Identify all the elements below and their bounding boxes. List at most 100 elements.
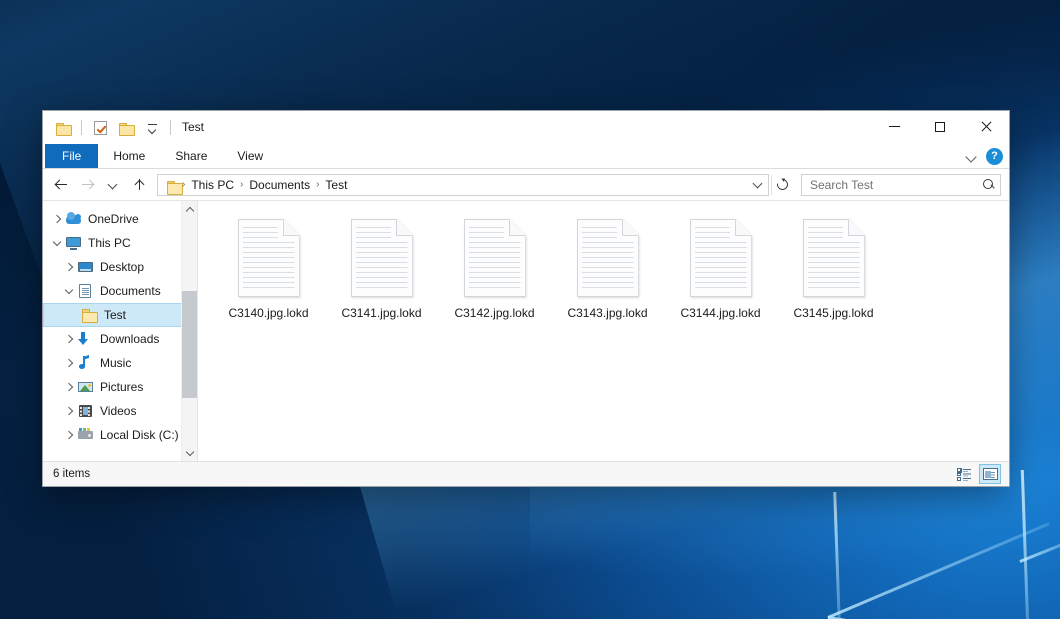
downloads-icon [77, 331, 95, 347]
sidebar-item-videos[interactable]: Videos [43, 399, 197, 423]
ribbon-tab-bar: File Home Share View ? [43, 144, 1009, 169]
window-body: OneDrive This PC Desktop [43, 200, 1009, 461]
file-item[interactable]: C3145.jpg.lokd [777, 215, 890, 321]
chevron-down-icon[interactable] [966, 151, 977, 162]
sidebar-item-label: Downloads [100, 333, 159, 345]
scroll-up-icon[interactable] [182, 201, 198, 218]
documents-icon [77, 283, 95, 299]
previous-locations-icon[interactable] [748, 175, 766, 195]
sidebar-item-downloads[interactable]: Downloads [43, 327, 197, 351]
file-grid: C3140.jpg.lokd C3141.jpg.lokd C3142.jpg.… [212, 215, 1009, 321]
sidebar-item-documents[interactable]: Documents [43, 279, 197, 303]
recent-locations-button[interactable] [101, 173, 125, 197]
desktop-icon [77, 259, 95, 275]
properties-icon[interactable] [90, 118, 110, 138]
file-item[interactable]: C3144.jpg.lokd [664, 215, 777, 321]
search-icon[interactable] [983, 179, 995, 191]
videos-icon [77, 403, 95, 419]
up-button[interactable] [127, 173, 151, 197]
generic-document-icon [351, 219, 413, 297]
sidebar-item-label: Documents [100, 285, 161, 297]
tab-share[interactable]: Share [160, 144, 222, 168]
music-icon [77, 355, 95, 371]
tab-view[interactable]: View [222, 144, 278, 168]
breadcrumb-item-test[interactable]: Test [320, 178, 352, 192]
forward-button [75, 173, 99, 197]
new-folder-icon[interactable] [116, 118, 136, 138]
file-name-label: C3142.jpg.lokd [454, 306, 534, 321]
generic-document-icon [238, 219, 300, 297]
folder-icon[interactable] [53, 118, 73, 138]
file-item[interactable]: C3143.jpg.lokd [551, 215, 664, 321]
sidebar-item-pictures[interactable]: Pictures [43, 375, 197, 399]
sidebar-item-test[interactable]: Test [43, 303, 197, 327]
generic-document-icon [803, 219, 865, 297]
scroll-down-icon[interactable] [182, 444, 198, 461]
back-button[interactable] [49, 173, 73, 197]
sidebar-item-label: This PC [88, 237, 131, 249]
breadcrumb-item-this-pc[interactable]: This PC [186, 178, 239, 192]
chevron-right-icon[interactable] [61, 355, 77, 371]
disk-icon [77, 427, 95, 443]
chevron-right-icon[interactable] [61, 331, 77, 347]
desktop-background: Test File Home Share View ? [0, 0, 1060, 619]
folder-icon [81, 307, 99, 323]
help-icon[interactable]: ? [986, 148, 1003, 165]
file-name-label: C3141.jpg.lokd [341, 306, 421, 321]
large-icons-view-button[interactable] [979, 464, 1001, 484]
search-box[interactable]: Search Test [801, 174, 1001, 196]
file-name-label: C3145.jpg.lokd [793, 306, 873, 321]
sidebar-item-label: Pictures [100, 381, 143, 393]
view-buttons [953, 464, 1001, 484]
tab-file[interactable]: File [45, 144, 98, 168]
scrollbar-thumb[interactable] [182, 291, 198, 398]
minimize-button[interactable] [871, 111, 917, 142]
window-controls [871, 111, 1009, 142]
sidebar-item-music[interactable]: Music [43, 351, 197, 375]
chevron-right-icon[interactable] [61, 259, 77, 275]
sidebar-item-local-disk[interactable]: Local Disk (C:) [43, 423, 197, 447]
tab-home[interactable]: Home [98, 144, 160, 168]
sidebar-item-label: Test [104, 309, 126, 321]
details-view-button[interactable] [953, 464, 975, 484]
navigation-scrollbar[interactable] [181, 201, 197, 461]
pictures-icon [77, 379, 95, 395]
sidebar-item-desktop[interactable]: Desktop [43, 255, 197, 279]
generic-document-icon [464, 219, 526, 297]
search-input[interactable]: Search Test [810, 178, 983, 192]
ribbon-right-controls: ? [966, 144, 1003, 169]
generic-document-icon [690, 219, 752, 297]
item-count-label: 6 items [53, 468, 90, 480]
refresh-button[interactable] [771, 175, 793, 195]
address-input[interactable]: › This PC › Documents › Test [157, 174, 769, 196]
sidebar-item-label: Desktop [100, 261, 144, 273]
toolbar-separator [170, 120, 171, 135]
file-item[interactable]: C3142.jpg.lokd [438, 215, 551, 321]
file-name-label: C3140.jpg.lokd [228, 306, 308, 321]
customize-caret-icon[interactable] [142, 118, 162, 138]
generic-document-icon [577, 219, 639, 297]
sidebar-item-label: Videos [100, 405, 136, 417]
chevron-down-icon[interactable] [61, 283, 77, 299]
chevron-right-icon[interactable] [61, 403, 77, 419]
sidebar-item-label: Local Disk (C:) [100, 429, 179, 441]
this-pc-icon [65, 235, 83, 251]
onedrive-icon [65, 211, 83, 227]
sidebar-item-label: Music [100, 357, 131, 369]
chevron-right-icon[interactable] [61, 379, 77, 395]
file-item[interactable]: C3141.jpg.lokd [325, 215, 438, 321]
file-item[interactable]: C3140.jpg.lokd [212, 215, 325, 321]
file-list-pane[interactable]: C3140.jpg.lokd C3141.jpg.lokd C3142.jpg.… [198, 201, 1009, 461]
sidebar-item-onedrive[interactable]: OneDrive [43, 207, 197, 231]
sidebar-item-this-pc[interactable]: This PC [43, 231, 197, 255]
breadcrumb-item-documents[interactable]: Documents [244, 178, 315, 192]
close-button[interactable] [963, 111, 1009, 142]
chevron-right-icon[interactable] [61, 427, 77, 443]
navigation-pane: OneDrive This PC Desktop [43, 201, 198, 461]
chevron-right-icon[interactable] [49, 211, 65, 227]
breadcrumb-folder-icon [167, 181, 182, 193]
file-name-label: C3144.jpg.lokd [680, 306, 760, 321]
window-title: Test [182, 111, 204, 144]
maximize-button[interactable] [917, 111, 963, 142]
chevron-down-icon[interactable] [49, 235, 65, 251]
